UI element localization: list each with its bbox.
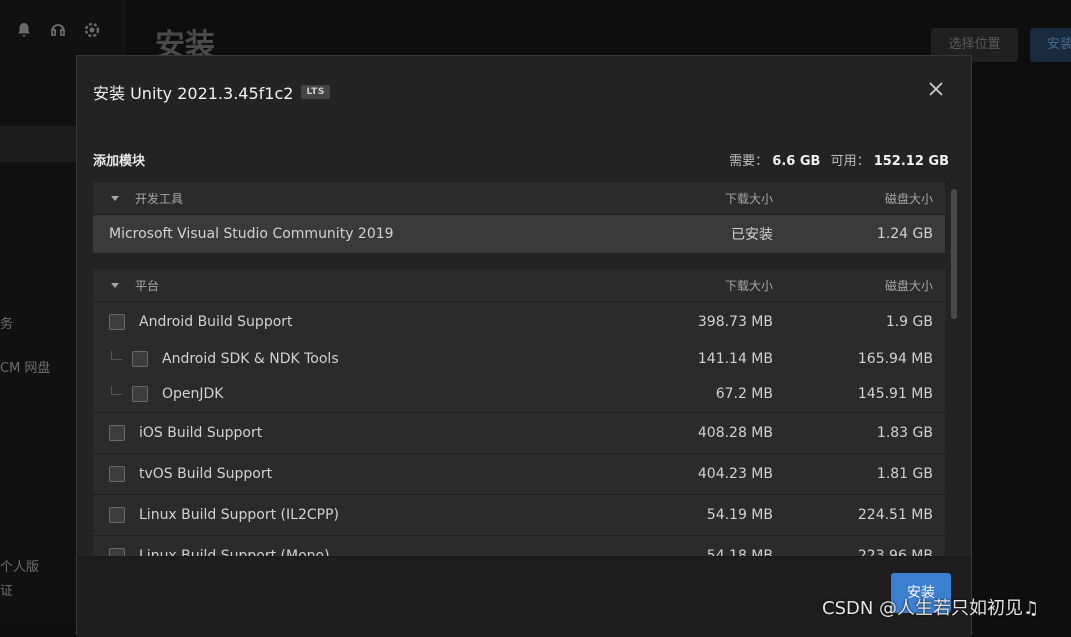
module-checkbox[interactable] [109, 466, 125, 482]
module-disk: 1.83 GB [876, 425, 933, 441]
module-download: 398.73 MB [697, 314, 773, 330]
module-disk: 1.9 GB [885, 314, 933, 330]
collapse-triangle-icon[interactable] [111, 282, 119, 288]
module-row-linux-mono[interactable]: Linux Build Support (Mono) 54.18 MB 223.… [93, 536, 945, 556]
module-row-android-sdk[interactable]: Android SDK & NDK Tools 141.14 MB 165.94… [93, 342, 945, 376]
module-download: 408.28 MB [697, 425, 773, 441]
module-list: 开发工具 下载大小 磁盘大小 Microsoft Visual Studio C… [93, 182, 945, 556]
module-row-linux-il2cpp[interactable]: Linux Build Support (IL2CPP) 54.19 MB 22… [93, 495, 945, 536]
module-disk: 1.24 GB [876, 226, 933, 242]
module-row-ios[interactable]: iOS Build Support 408.28 MB 1.83 GB [93, 413, 945, 454]
module-name: Microsoft Visual Studio Community 2019 [109, 226, 394, 242]
scrollbar[interactable] [951, 189, 957, 319]
group-name: 开发工具 [135, 191, 184, 206]
available-value: 152.12 GB [873, 154, 949, 169]
column-disk-size: 磁盘大小 [884, 191, 933, 206]
watermark: CSDN @人生若只如初见♫ [822, 598, 1040, 619]
background-install-button[interactable]: 安装 [1030, 28, 1071, 62]
group-platforms: 平台 下载大小 磁盘大小 Android Build Support 398.7… [93, 269, 945, 556]
section-label: 添加模块 [93, 154, 146, 169]
group-name: 平台 [135, 278, 160, 293]
space-info: 需要： 6.6 GB 可用： 152.12 GB [729, 150, 955, 169]
module-row-openjdk[interactable]: OpenJDK 67.2 MB 145.91 MB [93, 376, 945, 413]
modal-title: 安装 Unity 2021.3.45f1c2 LTS [93, 80, 330, 104]
available-label: 可用： [830, 154, 870, 169]
column-disk-size: 磁盘大小 [884, 278, 933, 293]
headset-icon[interactable] [48, 20, 68, 40]
module-row-tvos[interactable]: tvOS Build Support 404.23 MB 1.81 GB [93, 454, 945, 495]
module-download: 54.19 MB [706, 507, 773, 523]
module-disk: 223.96 MB [857, 548, 933, 556]
sidebar-text: 务 [0, 317, 14, 332]
module-disk: 224.51 MB [857, 507, 933, 523]
module-row-android[interactable]: Android Build Support 398.73 MB 1.9 GB [93, 302, 945, 342]
gear-icon[interactable] [82, 20, 102, 40]
module-name: Android SDK & NDK Tools [162, 351, 339, 367]
module-name: iOS Build Support [139, 425, 263, 441]
module-checkbox[interactable] [132, 351, 148, 367]
required-label: 需要： [729, 154, 769, 169]
module-checkbox[interactable] [109, 548, 125, 556]
module-checkbox[interactable] [132, 386, 148, 402]
top-icons [14, 20, 102, 40]
module-checkbox[interactable] [109, 314, 125, 330]
lts-badge: LTS [301, 85, 330, 99]
sidebar-text: 个人版 [0, 560, 40, 575]
module-download: 404.23 MB [697, 466, 773, 482]
module-name: Linux Build Support (IL2CPP) [139, 507, 339, 523]
module-download: 141.14 MB [697, 351, 773, 367]
sidebar-text: 证 [0, 584, 14, 599]
sidebar-text: CM 网盘 [0, 361, 51, 376]
module-download: 已安装 [731, 227, 773, 243]
required-value: 6.6 GB [772, 154, 821, 169]
modal-title-text: 安装 Unity 2021.3.45f1c2 [93, 84, 294, 103]
module-download: 54.18 MB [706, 548, 773, 556]
module-download: 67.2 MB [715, 386, 773, 402]
group-header[interactable]: 平台 下载大小 磁盘大小 [93, 269, 945, 302]
column-download-size: 下载大小 [724, 278, 773, 293]
install-modal: 安装 Unity 2021.3.45f1c2 LTS 添加模块 需要： 6.6 … [76, 55, 972, 637]
module-disk: 1.81 GB [876, 466, 933, 482]
module-name: OpenJDK [162, 386, 224, 402]
module-row[interactable]: Microsoft Visual Studio Community 2019 已… [93, 215, 945, 253]
column-download-size: 下载大小 [724, 191, 773, 206]
module-checkbox[interactable] [109, 507, 125, 523]
bell-icon[interactable] [14, 20, 34, 40]
module-disk: 165.94 MB [857, 351, 933, 367]
tree-connector [111, 385, 122, 395]
close-icon[interactable] [927, 80, 945, 98]
module-disk: 145.91 MB [857, 386, 933, 402]
tree-connector [111, 350, 122, 360]
module-checkbox[interactable] [109, 425, 125, 441]
module-name: Linux Build Support (Mono) [139, 548, 330, 556]
module-name: tvOS Build Support [139, 466, 273, 482]
collapse-triangle-icon[interactable] [111, 195, 119, 201]
module-name: Android Build Support [139, 314, 293, 330]
group-header[interactable]: 开发工具 下载大小 磁盘大小 [93, 182, 945, 215]
group-dev-tools: 开发工具 下载大小 磁盘大小 Microsoft Visual Studio C… [93, 182, 945, 253]
